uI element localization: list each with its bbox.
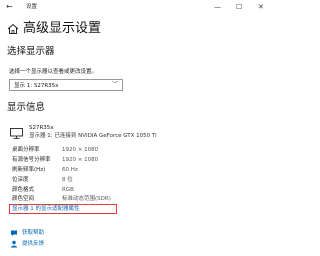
close-button[interactable]: ✕ (258, 2, 264, 12)
monitor-connection: 显示器 1: 已连接到 NVIDIA GeForce GTX 1050 Ti (29, 133, 157, 139)
info-key: 颜色空间 (12, 196, 35, 202)
page-title: 高级显示设置 (23, 21, 102, 36)
help-icon (11, 230, 17, 236)
info-key: 桌面分辨率 (12, 147, 40, 153)
feedback-icon (11, 240, 17, 248)
adapter-properties-link[interactable]: 显示器 1 的显示适配器属性 (12, 205, 80, 213)
scrollbar[interactable] (271, 14, 275, 254)
display-select-value: 显示 1: S27R35x (14, 83, 59, 89)
title-bar: ← 设置 — ☐ ✕ (0, 0, 277, 14)
back-arrow-icon[interactable]: ← (6, 2, 13, 12)
monitor-icon (10, 128, 23, 139)
get-help-link[interactable]: 获取帮助 (22, 229, 44, 237)
select-display-heading: 选择显示器 (7, 46, 55, 57)
info-value: 60 Hz (62, 167, 78, 173)
display-info-heading: 显示信息 (7, 102, 46, 113)
info-value: 8 位 (62, 177, 73, 183)
select-display-instruction: 选择一个显示器以查看或更改设置。 (9, 69, 98, 75)
info-key: 位深度 (12, 177, 29, 183)
monitor-name: S27R35x (29, 125, 54, 131)
info-key: 有源信号分辨率 (12, 157, 51, 163)
info-key: 刷新频率(Hz) (12, 167, 46, 173)
feedback-link[interactable]: 提供反馈 (22, 240, 44, 248)
home-icon[interactable] (7, 23, 19, 35)
minimize-button[interactable]: — (214, 2, 221, 12)
info-key: 颜色格式 (12, 187, 35, 193)
chevron-down-icon: ﹀ (111, 81, 118, 88)
info-value: 1920 × 1080 (62, 157, 99, 163)
info-value: 标准动态范围(SDR) (62, 196, 111, 202)
window-title: 设置 (26, 4, 38, 10)
display-select-dropdown[interactable]: 显示 1: S27R35x ﹀ (9, 79, 123, 91)
info-value: 1920 × 1080 (62, 147, 99, 153)
maximize-button[interactable]: ☐ (236, 2, 242, 12)
info-value: RGB (62, 187, 74, 193)
